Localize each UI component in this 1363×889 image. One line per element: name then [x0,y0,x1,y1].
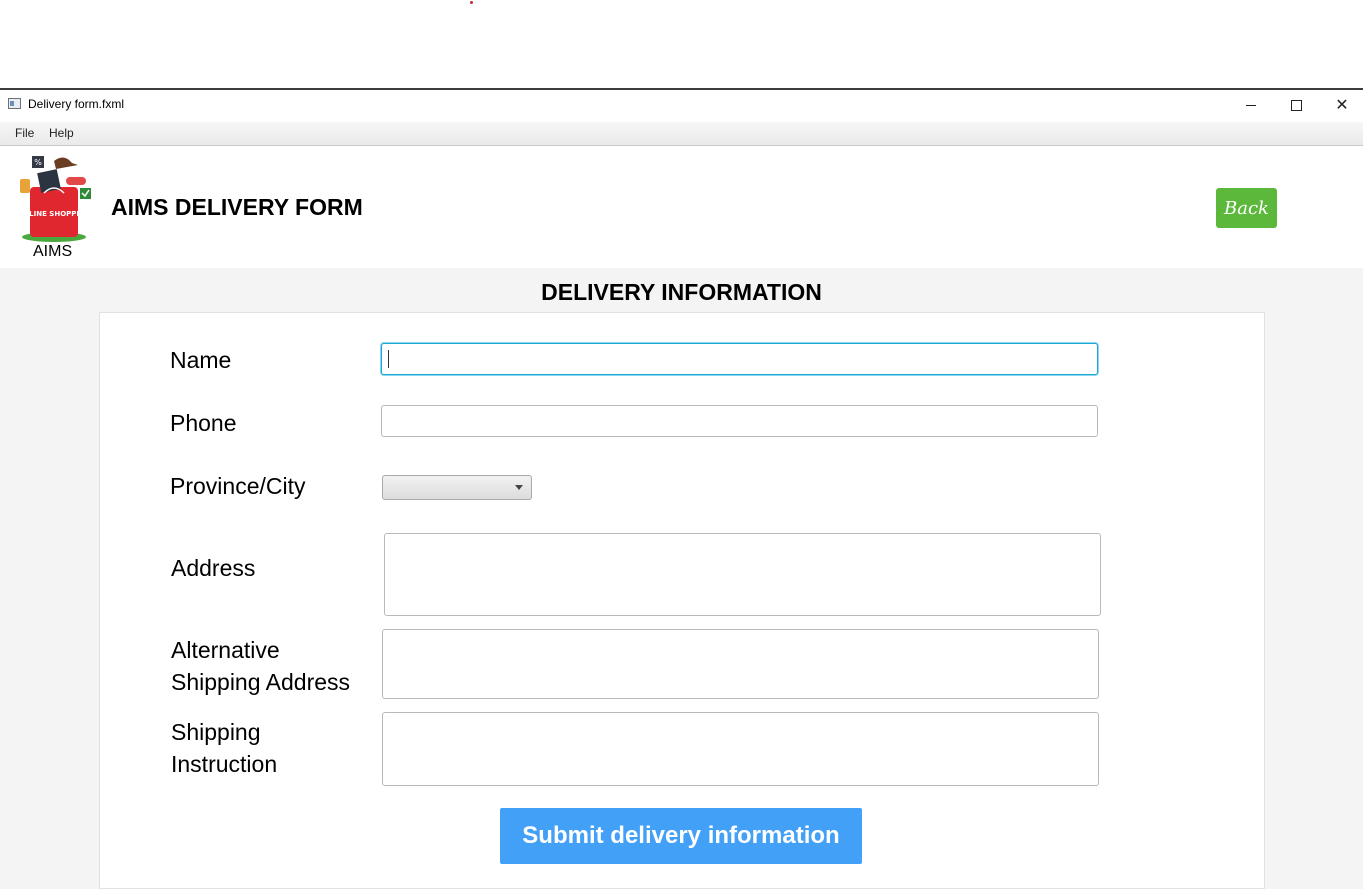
text-cursor [388,350,389,368]
chevron-down-icon[interactable] [515,485,523,490]
name-label: Name [170,347,232,373]
address-label: Address [171,555,256,581]
province-city-dropdown[interactable] [382,475,532,500]
logo-text: AIMS [33,243,73,260]
menu-file[interactable]: File [15,126,34,140]
minimize-icon [1246,104,1256,106]
phone-label: Phone [170,410,237,436]
window-titlebar [0,90,1363,121]
window-title: Delivery form.fxml [28,97,125,111]
close-button[interactable]: ✕ [1319,90,1363,120]
phone-input[interactable] [381,405,1098,437]
shipping-instruction-field[interactable] [382,712,1099,786]
desktop-area [0,0,1363,88]
app-window-icon [8,98,21,109]
alternative-shipping-address-field[interactable] [382,629,1099,699]
address-field[interactable] [384,533,1101,616]
logo-badge-text: ONLINE SHOPPING [17,210,91,218]
name-input[interactable] [381,343,1098,375]
maximize-icon [1290,99,1302,111]
menu-bar [0,122,1363,146]
page-title: AIMS DELIVERY FORM [111,194,363,220]
submit-delivery-button[interactable]: Submit delivery information [500,808,862,864]
svg-text:%: % [34,158,42,167]
province-city-label: Province/City [170,473,306,499]
alternative-shipping-address-label: Alternative Shipping Address [171,637,351,695]
close-icon: ✕ [1335,95,1349,114]
back-button[interactable]: Back [1216,188,1277,228]
red-dot-marker [470,1,473,4]
menu-help[interactable]: Help [49,126,74,140]
shipping-instruction-label: Shipping Instruction [171,719,278,777]
section-title: DELIVERY INFORMATION [541,279,822,305]
minimize-button[interactable] [1228,90,1274,120]
maximize-button[interactable] [1273,90,1319,120]
aims-logo: % ONLINE SHOPPING [17,156,91,242]
